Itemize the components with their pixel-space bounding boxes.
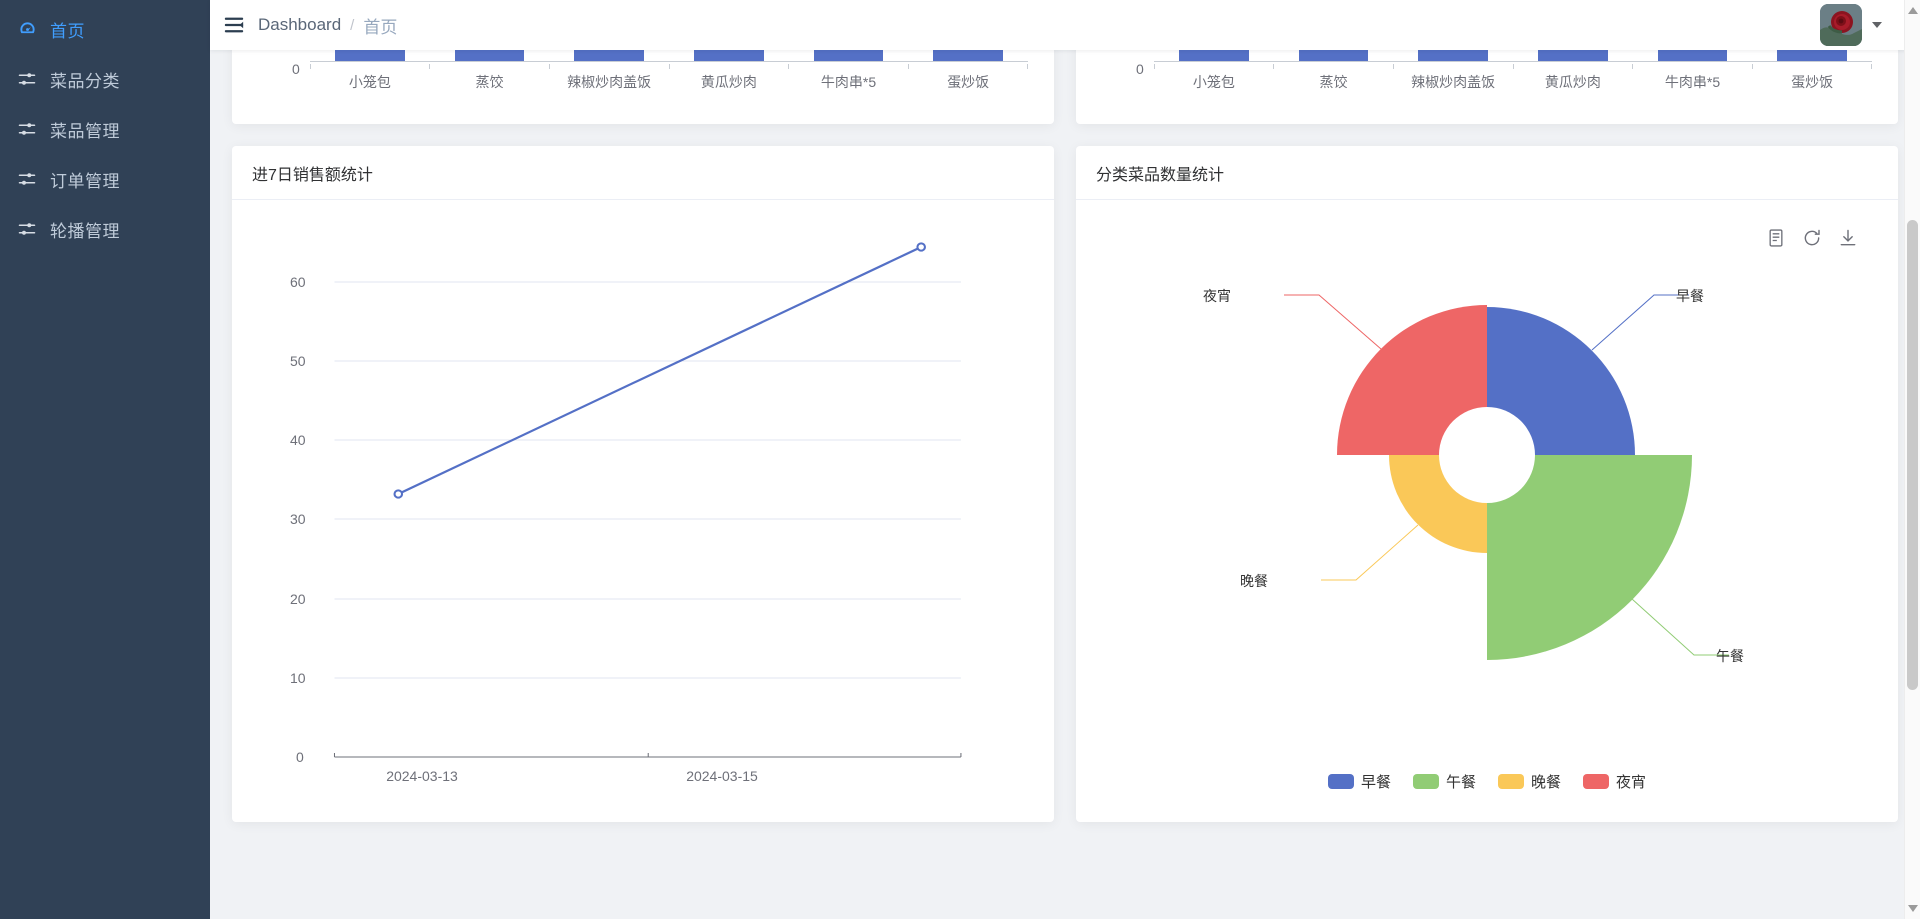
x-axis-label: 小笼包 xyxy=(1192,74,1235,90)
x-axis-labels: 小笼包 蒸饺 辣椒炒肉盖饭 黄瓜炒肉 牛肉串*5 蛋炒饭 xyxy=(310,72,1028,92)
y-axis-tick-zero: 0 xyxy=(292,61,300,77)
breadcrumb: Dashboard / 首页 xyxy=(258,13,397,38)
refresh-icon[interactable] xyxy=(1802,228,1822,248)
line-chart-svg xyxy=(333,242,962,758)
sidebar-item-order-management[interactable]: 订单管理 xyxy=(0,154,210,204)
legend-label: 夜宵 xyxy=(1616,774,1647,791)
card-bar-left: 0 小笼包 蒸饺 辣椒炒肉盖饭 黄瓜炒肉 牛肉串*5 蛋炒饭 xyxy=(232,50,1054,124)
x-axis-label: 黄瓜炒肉 xyxy=(1544,74,1601,90)
x-axis-line xyxy=(310,61,1028,62)
chart-toolbox xyxy=(1766,228,1858,248)
card-pie-chart: 分类菜品数量统计 早餐 午餐 晚餐 夜宵 早餐 午餐 晚餐 夜宵 xyxy=(1076,146,1898,822)
bar-plot-area xyxy=(310,50,1028,62)
hamburger-collapse-icon[interactable] xyxy=(210,0,258,50)
dashboard-icon xyxy=(14,16,40,42)
sidebar-item-carousel-management[interactable]: 轮播管理 xyxy=(0,204,210,254)
page-scrollbar[interactable] xyxy=(1904,0,1920,919)
scrollbar-thumb[interactable] xyxy=(1907,220,1918,690)
breadcrumb-root: Dashboard xyxy=(258,15,342,34)
line-chart[interactable]: 60 50 40 30 20 10 0 2024-03-13 2024-03-1… xyxy=(232,200,1054,822)
legend-item-dinner[interactable]: 晚餐 xyxy=(1498,771,1561,792)
legend-swatch xyxy=(1412,774,1439,789)
pie-chart[interactable]: 早餐 午餐 晚餐 夜宵 早餐 午餐 晚餐 夜宵 xyxy=(1076,200,1898,822)
x-axis-labels: 小笼包 蒸饺 辣椒炒肉盖饭 黄瓜炒肉 牛肉串*5 蛋炒饭 xyxy=(1154,72,1872,92)
sidebar-item-home[interactable]: 首页 xyxy=(0,4,210,54)
pie-legend: 早餐 午餐 晚餐 夜宵 xyxy=(1076,771,1898,792)
download-icon[interactable] xyxy=(1838,228,1858,248)
bar-plot-area xyxy=(1154,50,1872,62)
legend-item-supper[interactable]: 夜宵 xyxy=(1583,771,1646,792)
sidebar-item-dish-category[interactable]: 菜品分类 xyxy=(0,54,210,104)
dashboard-grid: 0 小笼包 蒸饺 辣椒炒肉盖饭 黄瓜炒肉 牛肉串*5 蛋炒饭 0 小笼包 蒸饺 … xyxy=(210,50,1920,844)
chevron-down-icon xyxy=(1872,22,1882,28)
legend-swatch xyxy=(1583,774,1610,789)
scroll-up-arrow[interactable] xyxy=(1908,7,1918,14)
sidebar-item-label: 首页 xyxy=(50,21,85,41)
x-axis-ticks xyxy=(1154,63,1872,69)
breadcrumb-separator: / xyxy=(350,16,355,34)
sidebar-item-label: 菜品分类 xyxy=(50,71,120,91)
card-bar-right: 0 小笼包 蒸饺 辣椒炒肉盖饭 黄瓜炒肉 牛肉串*5 蛋炒饭 xyxy=(1076,50,1898,124)
sidebar-item-label: 轮播管理 xyxy=(50,221,120,241)
sliders-icon xyxy=(14,166,40,192)
sliders-icon xyxy=(14,66,40,92)
user-menu[interactable] xyxy=(1820,4,1882,46)
x-axis-label: 蛋炒饭 xyxy=(1791,74,1834,90)
legend-swatch xyxy=(1498,774,1524,789)
card-line-chart: 进7日销售额统计 60 50 40 30 20 10 0 2024-03-13 … xyxy=(232,146,1054,822)
x-axis-label: 蒸饺 xyxy=(475,74,504,90)
x-axis-ticks xyxy=(310,63,1028,69)
x-axis-label: 蛋炒饭 xyxy=(947,74,990,90)
navbar-right xyxy=(1820,4,1910,46)
sliders-icon xyxy=(14,116,40,142)
main-container: Dashboard / 首页 0 小笼包 蒸饺 辣椒炒肉盖饭 黄瓜炒肉 牛肉串*… xyxy=(210,0,1920,919)
row-line-pie: 进7日销售额统计 60 50 40 30 20 10 0 2024-03-13 … xyxy=(232,146,1898,822)
x-axis-label: 牛肉串*5 xyxy=(820,74,877,90)
x-axis-label: 蒸饺 xyxy=(1319,74,1348,90)
legend-label: 午餐 xyxy=(1445,774,1476,791)
x-axis-label: 牛肉串*5 xyxy=(1664,74,1721,90)
user-avatar-rose xyxy=(1820,4,1862,46)
x-axis-label: 黄瓜炒肉 xyxy=(700,74,757,90)
sidebar-item-label: 菜品管理 xyxy=(50,121,120,141)
legend-item-lunch[interactable]: 午餐 xyxy=(1412,771,1476,792)
sidebar-item-label: 订单管理 xyxy=(50,171,120,191)
data-view-icon[interactable] xyxy=(1766,228,1786,248)
app-root: 首页 菜品分类 菜品管理 订单管理 轮播管理 Dashboard / 首页 0 … xyxy=(0,0,1920,919)
legend-item-breakfast[interactable]: 早餐 xyxy=(1327,771,1391,792)
x-axis-line xyxy=(1154,61,1872,62)
y-axis-tick-zero: 0 xyxy=(1136,61,1144,77)
legend-label: 晚餐 xyxy=(1531,774,1562,791)
card-title-line: 进7日销售额统计 xyxy=(232,146,1054,200)
content-area: 0 小笼包 蒸饺 辣椒炒肉盖饭 黄瓜炒肉 牛肉串*5 蛋炒饭 0 小笼包 蒸饺 … xyxy=(210,50,1920,919)
x-axis-label: 小笼包 xyxy=(348,74,391,90)
row-bar-charts: 0 小笼包 蒸饺 辣椒炒肉盖饭 黄瓜炒肉 牛肉串*5 蛋炒饭 0 小笼包 蒸饺 … xyxy=(232,50,1898,124)
bar-chart-left[interactable]: 0 小笼包 蒸饺 辣椒炒肉盖饭 黄瓜炒肉 牛肉串*5 蛋炒饭 xyxy=(232,50,1054,124)
x-axis-label: 辣椒炒肉盖饭 xyxy=(1411,74,1496,90)
rose-chart-svg xyxy=(1284,294,1729,660)
scroll-down-arrow[interactable] xyxy=(1908,905,1918,912)
breadcrumb-current: 首页 xyxy=(363,17,398,37)
sliders-icon xyxy=(14,216,40,242)
top-navbar: Dashboard / 首页 xyxy=(210,0,1920,50)
legend-label: 早餐 xyxy=(1360,774,1391,791)
bar-chart-right[interactable]: 0 小笼包 蒸饺 辣椒炒肉盖饭 黄瓜炒肉 牛肉串*5 蛋炒饭 xyxy=(1076,50,1898,124)
legend-swatch xyxy=(1327,774,1354,789)
x-axis-label: 辣椒炒肉盖饭 xyxy=(567,74,652,90)
card-title-pie: 分类菜品数量统计 xyxy=(1076,146,1898,200)
sidebar-item-dish-management[interactable]: 菜品管理 xyxy=(0,104,210,154)
sidebar: 首页 菜品分类 菜品管理 订单管理 轮播管理 xyxy=(0,0,210,919)
